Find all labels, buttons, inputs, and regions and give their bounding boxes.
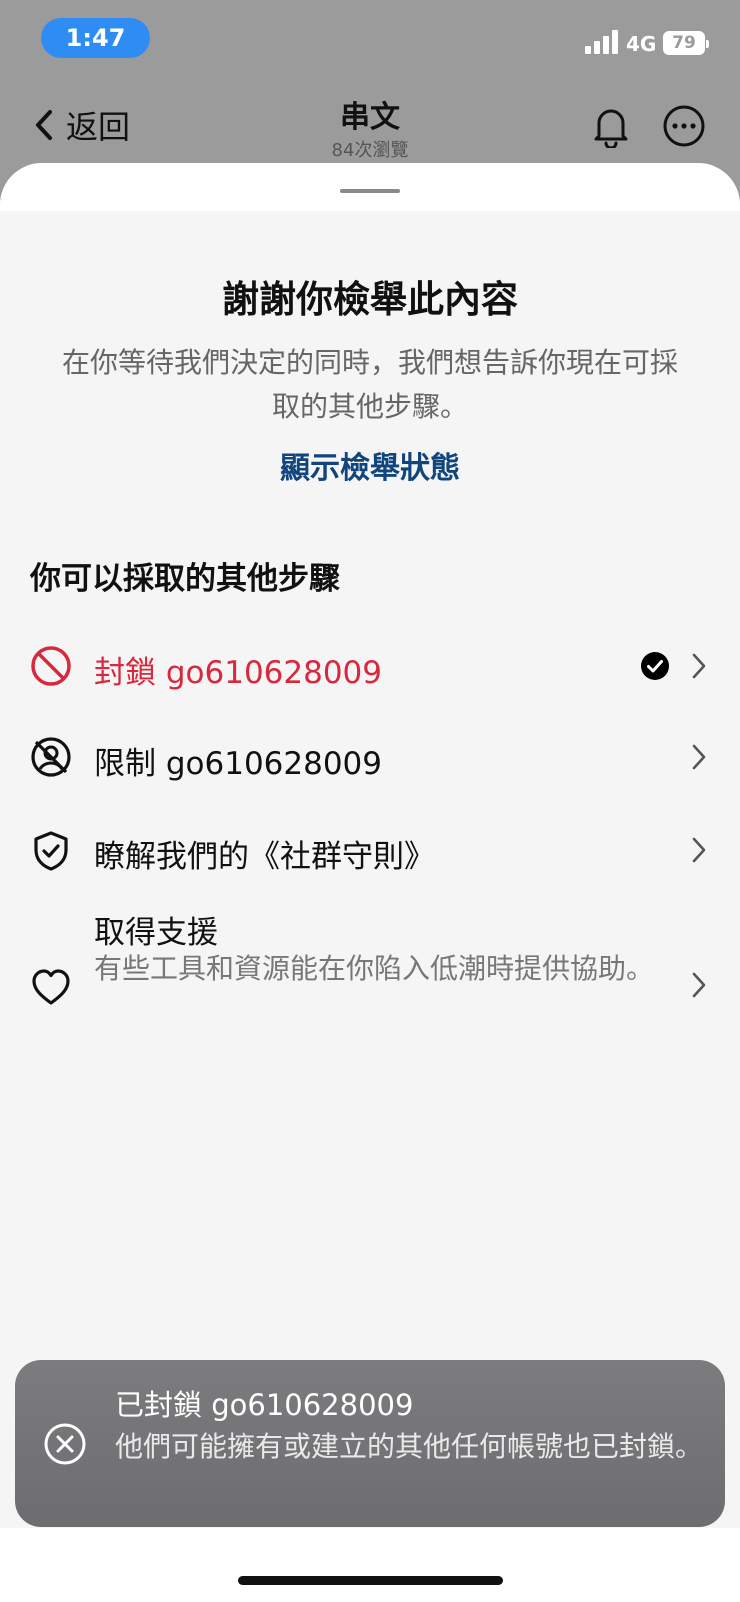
option-community-guidelines[interactable]: 瞭解我們的《社群守則》: [0, 811, 740, 891]
home-indicator[interactable]: [238, 1576, 503, 1585]
toast-body: 他們可能擁有或建立的其他任何帳號也已封鎖。: [115, 1430, 704, 1463]
option-label: 取得支援: [94, 915, 218, 951]
option-label: 限制 go610628009: [94, 746, 383, 782]
restrict-icon: [31, 737, 71, 777]
chevron-right-icon: [692, 972, 706, 998]
status-time: 1:47: [41, 18, 150, 58]
toast-title: 已封鎖 go610628009: [115, 1388, 414, 1422]
more-icon[interactable]: [662, 104, 706, 148]
shield-check-icon: [34, 831, 68, 871]
chevron-right-icon: [692, 653, 706, 679]
bell-icon[interactable]: [591, 104, 631, 148]
close-circle-icon[interactable]: [43, 1422, 87, 1466]
option-label: 封鎖 go610628009: [94, 655, 383, 691]
option-label: 瞭解我們的《社群守則》: [94, 839, 435, 875]
network-type: 4G: [626, 32, 657, 56]
signal-icon: [585, 30, 618, 54]
chevron-right-icon: [692, 744, 706, 770]
option-block[interactable]: 封鎖 go610628009: [0, 625, 740, 705]
status-bar: 1:47 4G 79: [0, 0, 740, 80]
option-restrict[interactable]: 限制 go610628009: [0, 718, 740, 798]
nav-bar: 返回 串文 84次瀏覽: [0, 90, 740, 170]
bottom-safe-area: [0, 1528, 740, 1602]
block-icon: [31, 646, 71, 686]
battery-icon: 79: [663, 31, 709, 55]
heart-icon: [32, 969, 70, 1005]
sheet-header: [0, 163, 740, 211]
checkmark-circle-icon: [641, 652, 669, 680]
sheet-description: 在你等待我們決定的同時，我們想告訴你現在可採取的其他步驟。: [61, 346, 678, 423]
sheet-grabber[interactable]: [340, 189, 400, 193]
blocked-toast: 已封鎖 go610628009 他們可能擁有或建立的其他任何帳號也已封鎖。: [15, 1360, 725, 1527]
option-get-support[interactable]: 取得支援 有些工具和資源能在你陷入低潮時提供協助。: [0, 901, 740, 1041]
show-report-status-link[interactable]: 顯示檢舉狀態: [0, 443, 740, 487]
section-heading: 你可以採取的其他步驟: [30, 561, 340, 597]
sheet-title: 謝謝你檢舉此內容: [222, 278, 518, 321]
option-description: 有些工具和資源能在你陷入低潮時提供協助。: [94, 952, 655, 985]
chevron-right-icon: [692, 837, 706, 863]
